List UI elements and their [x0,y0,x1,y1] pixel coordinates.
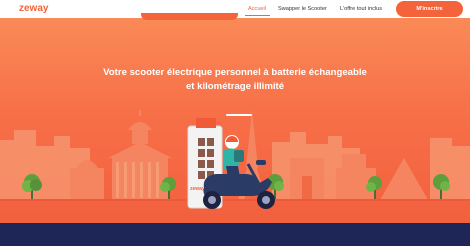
next-section-band [0,223,470,246]
hero-title: Votre scooter électrique personnel à bat… [60,66,410,94]
hero-title-line-2: et kilométrage illimité [185,81,285,92]
hero-banner: zeway Votre scooter électrique personnel… [0,18,470,223]
logo-text: zeway [19,3,49,13]
station-brand-text: zeway [190,186,205,192]
nav-active-underline [245,15,270,16]
signup-button[interactable]: M'inscrire [396,1,463,17]
header-tab-decoration [141,13,238,20]
zeway-logo[interactable]: zeway [19,2,53,13]
hero-title-underline [226,114,252,116]
ground-line [0,199,470,201]
city-skyline-illustration: zeway [0,110,470,209]
top-header: zeway Accueil Swapper le Scooter L'offre… [0,0,470,20]
nav-link-offer[interactable]: L'offre tout inclus [340,0,382,18]
hero-title-line-1: Votre scooter électrique personnel à bat… [103,67,367,78]
nav-link-swap[interactable]: Swapper le Scooter [278,0,327,18]
